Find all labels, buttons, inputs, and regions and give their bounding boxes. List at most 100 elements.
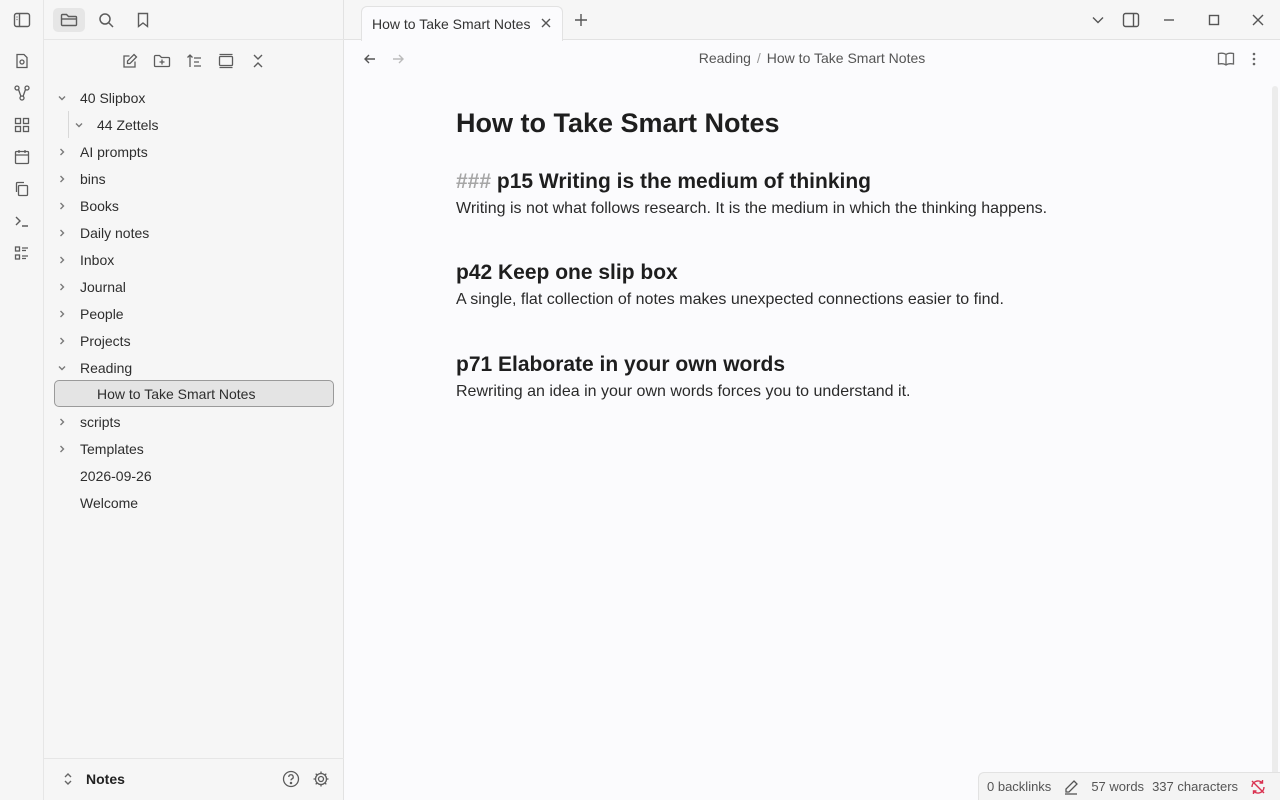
section-heading[interactable]: p42 Keep one slip box [456,261,678,285]
chevron-right-icon [54,198,70,214]
sync-error-icon[interactable] [1250,779,1266,795]
section-body[interactable]: A single, flat collection of notes makes… [456,291,1004,309]
folder-icon[interactable] [53,8,85,32]
section-heading[interactable]: ### p15 Writing is the medium of thinkin… [456,170,871,194]
tree-label: 44 Zettels [97,116,159,133]
section-body[interactable]: Rewriting an idea in your own words forc… [456,383,910,401]
tree-label: Journal [80,278,126,295]
tree-folder-reading[interactable]: Reading [54,354,334,381]
note-title[interactable]: How to Take Smart Notes [456,108,780,139]
tree-folder-ai-prompts[interactable]: AI prompts [54,138,334,165]
tree-folder-journal[interactable]: Journal [54,273,334,300]
chevron-right-icon [54,171,70,187]
chevron-down-icon [71,117,87,133]
minimize-icon[interactable] [1159,10,1179,30]
tree-file-2026-09-26[interactable]: 2026-09-26 [54,462,334,489]
reading-view-icon[interactable] [1216,49,1236,69]
tree-folder-40-slipbox[interactable]: 40 Slipbox [54,84,334,111]
tab-bar: How to Take Smart Notes [344,0,1280,41]
right-sidebar-toggle-icon[interactable] [1121,10,1141,30]
chevron-right-icon [54,333,70,349]
edit-mode-icon[interactable] [1063,779,1079,795]
calendar-icon[interactable] [12,147,32,167]
tree-label: Welcome [80,494,139,511]
tree-label: 40 Slipbox [80,89,146,106]
breadcrumb-separator: / [756,50,761,66]
list-icon[interactable] [12,243,32,263]
new-note-icon[interactable] [119,50,141,72]
tree-label: 2026-09-26 [80,467,152,484]
tree-folder-scripts[interactable]: scripts [54,408,334,435]
tree-label: Templates [80,440,144,457]
tree-folder-daily-notes[interactable]: Daily notes [54,219,334,246]
tree-folder-inbox[interactable]: Inbox [54,246,334,273]
word-count: 57 words [1091,779,1145,794]
tree-file-welcome[interactable]: Welcome [54,489,334,516]
tree-label: Daily notes [80,224,150,241]
chevron-right-icon [54,279,70,295]
new-tab-icon[interactable] [571,10,591,30]
chevron-right-icon [54,306,70,322]
ribbon [0,0,44,800]
chevron-down-icon [54,360,70,376]
file-explorer-sidebar: 40 Slipbox 44 Zettels AI prompts bins Bo… [44,0,344,800]
tree-label: bins [80,170,106,187]
window-close-icon[interactable] [1248,10,1268,30]
new-folder-icon[interactable] [151,50,173,72]
breadcrumb-current[interactable]: How to Take Smart Notes [767,50,925,66]
sidebar-header [44,0,344,40]
tree-folder-people[interactable]: People [54,300,334,327]
bookmark-icon[interactable] [127,8,159,32]
breadcrumb: Reading / How to Take Smart Notes [344,50,1280,66]
status-bar: 0 backlinks 57 words 337 characters [978,772,1280,800]
tree-label: Projects [80,332,131,349]
graph-icon[interactable] [12,83,32,103]
search-icon[interactable] [90,8,122,32]
tree-label: scripts [80,413,121,430]
explorer-toolbar [44,48,344,74]
view-header: Reading / How to Take Smart Notes [344,41,1280,77]
note-icon[interactable] [12,51,32,71]
gear-icon[interactable] [311,769,331,789]
terminal-icon[interactable] [12,211,32,231]
tab-how-to-take-smart-notes[interactable]: How to Take Smart Notes [361,6,563,41]
chevron-right-icon [54,252,70,268]
collapse-icon[interactable] [215,50,237,72]
tab-label: How to Take Smart Notes [372,16,531,32]
backlinks-count[interactable]: 0 backlinks [987,779,1051,794]
tree-label: How to Take Smart Notes [97,385,256,402]
chevron-right-icon [54,441,70,457]
tab-list-chevron-icon[interactable] [1088,10,1108,30]
chevron-down-icon [54,90,70,106]
sidebar-footer: Notes [44,758,344,800]
tree-folder-44-zettels[interactable]: 44 Zettels [71,111,351,138]
tree-folder-templates[interactable]: Templates [54,435,334,462]
tree-label: AI prompts [80,143,148,160]
maximize-icon[interactable] [1204,10,1224,30]
breadcrumb-parent[interactable]: Reading [699,50,751,66]
close-icon[interactable] [247,50,269,72]
close-tab-icon[interactable] [538,15,554,31]
tree-label: Reading [80,359,133,376]
heading-marker: ### [456,170,492,193]
section-body[interactable]: Writing is not what follows research. It… [456,200,1047,218]
chevron-right-icon [54,225,70,241]
section-heading[interactable]: p71 Elaborate in your own words [456,353,785,377]
chevron-right-icon [54,414,70,430]
canvas-icon[interactable] [12,115,32,135]
scrollbar[interactable] [1272,86,1278,776]
tree-file-how-to-take-smart-notes[interactable]: How to Take Smart Notes [54,380,334,407]
more-options-icon[interactable] [1244,49,1264,69]
sidebar-toggle-icon[interactable] [12,10,32,30]
character-count: 337 characters [1152,779,1239,794]
chevron-up-down-icon [62,772,76,786]
copy-icon[interactable] [12,179,32,199]
heading-text: p15 Writing is the medium of thinking [496,170,872,193]
tree-folder-books[interactable]: Books [54,192,334,219]
help-icon[interactable] [281,769,301,789]
tree-folder-bins[interactable]: bins [54,165,334,192]
tree-folder-projects[interactable]: Projects [54,327,334,354]
vault-name: Notes [86,771,125,787]
vault-switcher[interactable]: Notes [62,771,125,787]
sort-icon[interactable] [183,50,205,72]
